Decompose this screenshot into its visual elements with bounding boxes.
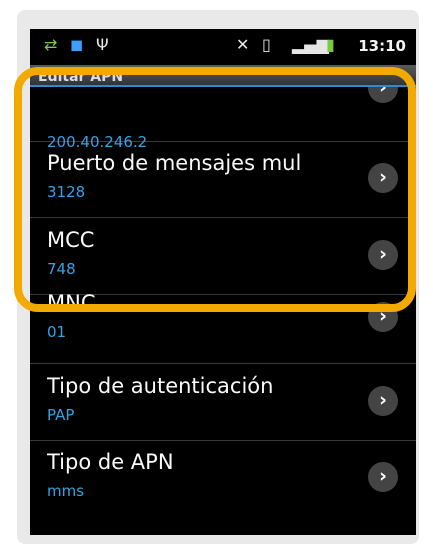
signal-icon: ▂▄▆ xyxy=(292,35,329,54)
usb-icon: Ψ xyxy=(96,35,109,54)
list-item-value: PAP xyxy=(47,406,75,424)
list-item-title: Tipo de autenticación xyxy=(47,374,274,398)
notification-icon: ◼ xyxy=(70,35,84,54)
list-item-value: 01 xyxy=(47,323,67,341)
list-item-value: mms xyxy=(47,482,85,500)
chevron-right-icon: › xyxy=(368,462,398,492)
vibrate-icon: ▯ xyxy=(262,35,271,54)
mute-icon: ✕ xyxy=(236,35,250,54)
list-item-apn-type[interactable]: Tipo de APN mms › xyxy=(30,440,416,516)
chevron-right-icon: › xyxy=(368,386,398,416)
battery-icon: ▮ xyxy=(326,35,335,54)
sync-icon: ⇄ xyxy=(44,35,58,54)
list-item-auth-type[interactable]: Tipo de autenticación PAP › xyxy=(30,364,416,441)
list-item-title: Tipo de APN xyxy=(47,450,174,474)
status-bar: ⇄ ◼ Ψ ✕ ▯ ▂▄▆ ▮ 13:10 xyxy=(30,29,416,65)
highlight-outline xyxy=(14,67,416,312)
status-time: 13:10 xyxy=(358,37,406,55)
